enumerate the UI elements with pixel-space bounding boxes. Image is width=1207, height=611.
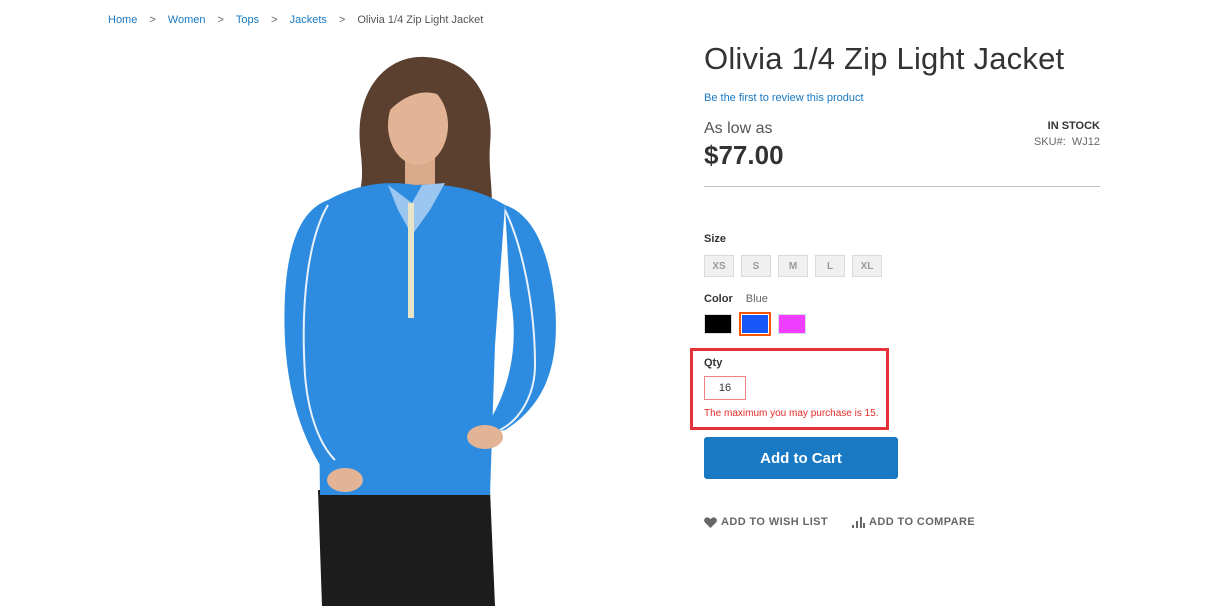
breadcrumb-separator: > — [217, 14, 224, 26]
product-photo-illustration — [284, 56, 556, 606]
breadcrumb-separator: > — [271, 14, 278, 26]
breadcrumb-separator: > — [149, 14, 156, 26]
selected-color: Blue — [745, 293, 768, 305]
color-row: Color Blue — [704, 293, 768, 305]
size-option-m[interactable]: M — [778, 255, 808, 277]
add-to-cart-button[interactable]: Add to Cart — [704, 437, 898, 479]
product-actions: ADD TO WISH LIST ADD TO COMPARE — [704, 516, 975, 528]
sku: SKU#: WJ12 — [1034, 136, 1100, 148]
add-to-compare-link[interactable]: ADD TO COMPARE — [852, 516, 975, 528]
product-info: Olivia 1/4 Zip Light Jacket Be the first… — [704, 40, 1100, 187]
size-label: Size — [704, 233, 727, 245]
size-option-s[interactable]: S — [741, 255, 771, 277]
breadcrumb-current: Olivia 1/4 Zip Light Jacket — [357, 14, 484, 26]
breadcrumb-tops[interactable]: Tops — [236, 14, 259, 26]
breadcrumb-home[interactable]: Home — [108, 14, 137, 26]
product-price: $77.00 — [704, 140, 784, 170]
breadcrumb: Home > Women > Tops > Jackets > Olivia 1… — [108, 14, 483, 26]
wishlist-label: ADD TO WISH LIST — [721, 516, 829, 528]
product-image[interactable] — [150, 35, 650, 606]
compare-chart-icon — [852, 516, 866, 528]
compare-label: ADD TO COMPARE — [869, 516, 976, 528]
swatch-purple[interactable] — [778, 314, 806, 334]
size-option-l[interactable]: L — [815, 255, 845, 277]
add-to-wishlist-link[interactable]: ADD TO WISH LIST — [704, 516, 828, 528]
qty-label: Qty — [704, 357, 723, 369]
color-label: Color — [704, 293, 733, 305]
stock-info: IN STOCK SKU#: WJ12 — [1034, 120, 1100, 148]
qty-error-message: The maximum you may purchase is 15. — [704, 408, 879, 419]
color-swatches — [704, 312, 806, 336]
qty-input[interactable] — [704, 376, 746, 400]
breadcrumb-jackets[interactable]: Jackets — [290, 14, 327, 26]
breadcrumb-separator: > — [338, 14, 346, 26]
sku-label: SKU#: — [1033, 136, 1066, 148]
review-link[interactable]: Be the first to review this product — [704, 92, 864, 104]
product-title: Olivia 1/4 Zip Light Jacket — [704, 41, 1065, 76]
size-option-xs[interactable]: XS — [704, 255, 734, 277]
heart-icon — [704, 516, 717, 528]
price-label: As low as — [704, 120, 773, 137]
divider — [704, 186, 1100, 187]
swatch-blue[interactable] — [739, 312, 771, 336]
size-options: XS S M L XL — [704, 255, 882, 277]
price-box: As low as $77.00 — [704, 120, 784, 171]
swatch-black[interactable] — [704, 314, 732, 334]
size-option-xl[interactable]: XL — [852, 255, 882, 277]
stock-status: IN STOCK — [1047, 120, 1100, 132]
breadcrumb-women[interactable]: Women — [168, 14, 206, 26]
sku-value: WJ12 — [1071, 136, 1100, 148]
